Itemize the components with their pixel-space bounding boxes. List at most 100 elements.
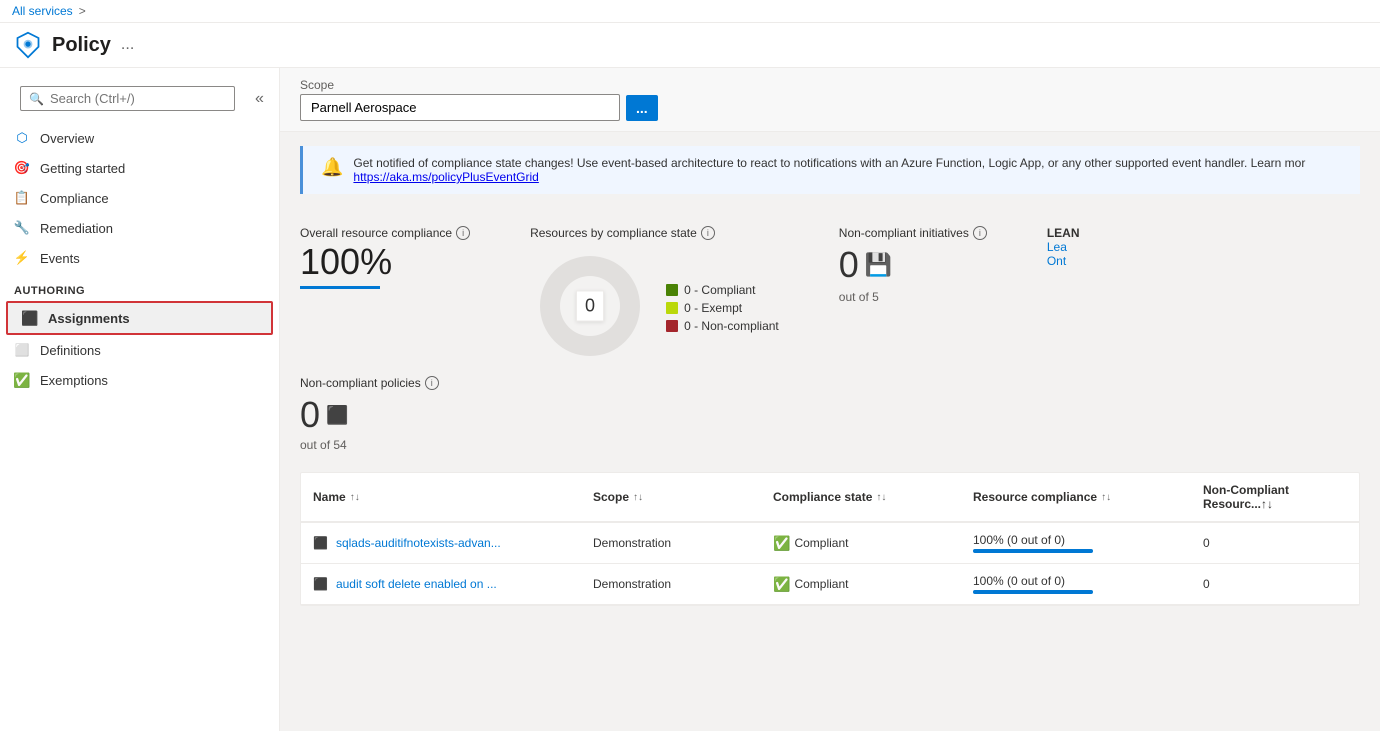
assignments-icon: ⬛ bbox=[22, 310, 38, 326]
policies-info-icon[interactable]: i bbox=[425, 376, 439, 390]
banner-text: Get notified of compliance state changes… bbox=[353, 156, 1305, 170]
resource-compliance-text-1: 100% (0 out of 0) bbox=[973, 533, 1093, 547]
legend-non-compliant: 0 - Non-compliant bbox=[666, 319, 779, 333]
td-resource-compliance-2: 100% (0 out of 0) bbox=[961, 564, 1191, 604]
breadcrumb-chevron: > bbox=[79, 4, 86, 18]
progress-bar-container-1: 100% (0 out of 0) bbox=[973, 533, 1093, 553]
compliant-label: 0 - Compliant bbox=[684, 283, 755, 297]
sidebar-item-label-compliance: Compliance bbox=[40, 191, 109, 206]
row1-name-link[interactable]: sqlads-auditifnotexists-advan... bbox=[336, 536, 501, 550]
banner-icon: 🔔 bbox=[321, 157, 343, 178]
progress-bar-container-2: 100% (0 out of 0) bbox=[973, 574, 1093, 594]
sidebar-collapse-button[interactable]: « bbox=[245, 90, 274, 108]
td-name-1: ⬛ sqlads-auditifnotexists-advan... bbox=[301, 523, 581, 563]
non-compliant-label: 0 - Non-compliant bbox=[684, 319, 779, 333]
td-compliance-state-2: ✅ Compliant bbox=[761, 564, 961, 604]
banner-link[interactable]: https://aka.ms/policyPlusEventGrid bbox=[353, 170, 538, 184]
remediation-icon: 🔧 bbox=[14, 220, 30, 236]
sidebar-item-events[interactable]: ⚡ Events bbox=[0, 243, 279, 273]
initiatives-value: 0 bbox=[839, 244, 859, 286]
row1-icon: ⬛ bbox=[313, 536, 328, 550]
chart-center-value: 0 bbox=[576, 291, 604, 322]
sidebar-item-compliance[interactable]: 📋 Compliance bbox=[0, 183, 279, 213]
sidebar-item-label-events: Events bbox=[40, 251, 80, 266]
row2-icon: ⬛ bbox=[313, 577, 328, 591]
overall-compliance-info-icon[interactable]: i bbox=[456, 226, 470, 240]
th-compliance-state[interactable]: Compliance state ↑↓ bbox=[761, 473, 961, 521]
learn-link[interactable]: Lea bbox=[1047, 240, 1080, 254]
banner-content: Get notified of compliance state changes… bbox=[353, 156, 1305, 184]
scope-input[interactable] bbox=[300, 94, 620, 121]
sidebar-item-assignments[interactable]: ⬛ Assignments bbox=[8, 303, 271, 333]
progress-bar-2 bbox=[973, 590, 1093, 594]
stats-section: Overall resource compliance i 100% Resou… bbox=[280, 208, 1380, 376]
legend-exempt: 0 - Exempt bbox=[666, 301, 779, 315]
td-non-cor-1: 0 bbox=[1371, 523, 1380, 563]
row2-name-link[interactable]: audit soft delete enabled on ... bbox=[336, 577, 497, 591]
th-non-compliant-resources[interactable]: Non-Compliant Resourc...↑↓ bbox=[1191, 473, 1371, 521]
sidebar-item-label-overview: Overview bbox=[40, 131, 94, 146]
resources-by-state-block: Resources by compliance state i 0 bbox=[530, 226, 779, 366]
exemptions-icon: ✅ bbox=[14, 372, 30, 388]
sidebar-item-label-getting-started: Getting started bbox=[40, 161, 125, 176]
overview-icon: ⬡ bbox=[14, 130, 30, 146]
learn-label: LEAN bbox=[1047, 226, 1080, 240]
progress-fill-2 bbox=[973, 590, 1093, 594]
main-content: Scope ... 🔔 Get notified of compliance s… bbox=[280, 68, 1380, 731]
compliance-state-2: Compliant bbox=[794, 577, 848, 591]
sidebar-item-exemptions[interactable]: ✅ Exemptions bbox=[0, 365, 279, 395]
compliant-icon-2: ✅ bbox=[773, 576, 790, 593]
td-non-compliant-1: 0 bbox=[1191, 523, 1371, 563]
search-wrapper[interactable]: 🔍 bbox=[20, 86, 235, 111]
search-icon: 🔍 bbox=[29, 92, 44, 106]
table-row: ⬛ sqlads-auditifnotexists-advan... Demon… bbox=[301, 523, 1359, 564]
td-compliance-state-1: ✅ Compliant bbox=[761, 523, 961, 563]
definitions-icon: ⬜ bbox=[14, 342, 30, 358]
exempt-dot bbox=[666, 302, 678, 314]
app-header: Policy ... bbox=[0, 23, 1380, 68]
td-non-compliant-2: 0 bbox=[1191, 564, 1371, 604]
sidebar-item-definitions[interactable]: ⬜ Definitions bbox=[0, 335, 279, 365]
policies-icon: ⬛ bbox=[326, 405, 348, 426]
ont-link[interactable]: Ont bbox=[1047, 254, 1080, 268]
th-non-cor[interactable]: Non-cor bbox=[1371, 473, 1380, 521]
top-bar: All services > bbox=[0, 0, 1380, 23]
overall-compliance-value: 100% bbox=[300, 244, 470, 280]
sidebar-item-overview[interactable]: ⬡ Overview bbox=[0, 123, 279, 153]
progress-fill-1 bbox=[973, 549, 1093, 553]
td-non-cor-2: 0 bbox=[1371, 564, 1380, 604]
overall-compliance-label: Overall resource compliance i bbox=[300, 226, 470, 240]
learn-block: LEAN Lea Ont bbox=[1047, 226, 1080, 268]
non-compliant-policies-section: Non-compliant policies i 0 ⬛ out of 54 bbox=[280, 376, 1380, 462]
compliance-state-sort-icon: ↑↓ bbox=[876, 492, 886, 503]
legend-compliant: 0 - Compliant bbox=[666, 283, 779, 297]
initiatives-info-icon[interactable]: i bbox=[973, 226, 987, 240]
resources-state-info-icon[interactable]: i bbox=[701, 226, 715, 240]
assignments-selected-border: ⬛ Assignments bbox=[6, 301, 273, 335]
th-scope[interactable]: Scope ↑↓ bbox=[581, 473, 761, 521]
getting-started-icon: 🎯 bbox=[14, 160, 30, 176]
td-name-2: ⬛ audit soft delete enabled on ... bbox=[301, 564, 581, 604]
initiatives-value-row: 0 💾 bbox=[839, 244, 987, 286]
scope-label: Scope bbox=[300, 78, 1360, 92]
compliant-icon-1: ✅ bbox=[773, 535, 790, 552]
scope-browse-button[interactable]: ... bbox=[626, 95, 658, 121]
all-services-link[interactable]: All services bbox=[12, 4, 73, 18]
sidebar-item-getting-started[interactable]: 🎯 Getting started bbox=[0, 153, 279, 183]
app-menu-button[interactable]: ... bbox=[121, 36, 134, 54]
initiatives-icon: 💾 bbox=[865, 252, 892, 278]
th-resource-compliance[interactable]: Resource compliance ↑↓ bbox=[961, 473, 1191, 521]
non-compliant-resources-label: Non-Compliant Resourc...↑↓ bbox=[1203, 483, 1359, 511]
authoring-section-label: Authoring bbox=[0, 273, 279, 301]
policies-value: 0 bbox=[300, 394, 320, 436]
sidebar-item-remediation[interactable]: 🔧 Remediation bbox=[0, 213, 279, 243]
main-layout: 🔍 « ⬡ Overview 🎯 Getting started 📋 Compl… bbox=[0, 68, 1380, 731]
resource-compliance-text-2: 100% (0 out of 0) bbox=[973, 574, 1093, 588]
initiatives-label: Non-compliant initiatives i bbox=[839, 226, 987, 240]
scope-input-wrapper: ... bbox=[300, 94, 1360, 121]
chart-legend: 0 - Compliant 0 - Exempt 0 - Non-complia… bbox=[666, 283, 779, 333]
search-input[interactable] bbox=[50, 91, 226, 106]
table-header: Name ↑↓ Scope ↑↓ Compliance state ↑↓ Res… bbox=[301, 473, 1359, 523]
policies-value-row: 0 ⬛ bbox=[300, 394, 1360, 436]
th-name[interactable]: Name ↑↓ bbox=[301, 473, 581, 521]
